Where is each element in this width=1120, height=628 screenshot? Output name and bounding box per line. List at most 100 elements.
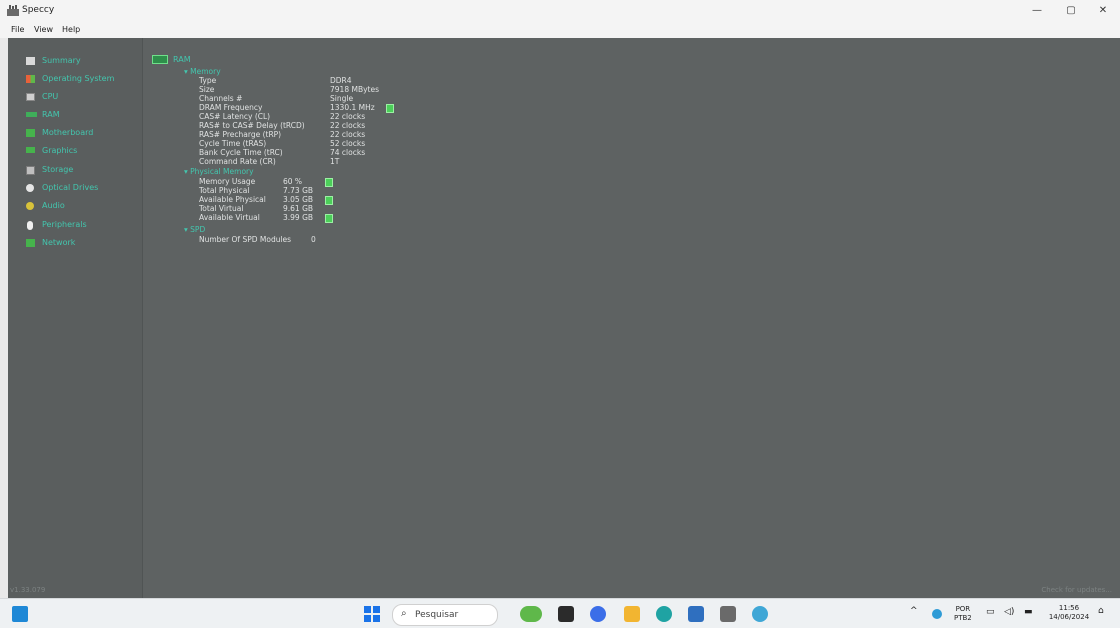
version-label: v1.33.079 bbox=[10, 586, 46, 594]
language-indicator[interactable]: POR PTB2 bbox=[954, 605, 972, 623]
row-label: Bank Cycle Time (tRC) bbox=[199, 148, 283, 157]
window-title: Speccy bbox=[22, 5, 55, 15]
language-top: POR bbox=[955, 605, 971, 613]
speccy-taskbar-icon[interactable] bbox=[720, 606, 736, 622]
close-button[interactable]: ✕ bbox=[1088, 3, 1118, 19]
volume-icon[interactable]: ◁) bbox=[1004, 608, 1014, 617]
row-label: Command Rate (CR) bbox=[199, 157, 276, 166]
sidebar-item-label: CPU bbox=[42, 92, 59, 101]
clock[interactable]: 11:56 14/06/2024 bbox=[1046, 604, 1092, 622]
motherboard-icon bbox=[26, 129, 35, 137]
sidebar-item-label: Motherboard bbox=[42, 128, 94, 137]
menu-file[interactable]: File bbox=[11, 25, 24, 34]
store-icon[interactable] bbox=[688, 606, 704, 622]
row-label: Available Physical bbox=[199, 195, 266, 204]
row-label: Number Of SPD Modules bbox=[199, 235, 292, 244]
row-label: RAS# to CAS# Delay (tRCD) bbox=[199, 121, 305, 130]
row-label: Total Virtual bbox=[199, 204, 244, 213]
mouse-icon bbox=[27, 221, 33, 230]
chevron-up-icon[interactable]: ^ bbox=[910, 607, 918, 616]
app-globe-icon[interactable] bbox=[752, 606, 768, 622]
network-status-icon[interactable]: ▭ bbox=[986, 608, 995, 617]
battery-icon[interactable]: ▬ bbox=[1024, 608, 1033, 617]
row-value: 22 clocks bbox=[330, 112, 366, 121]
ram-icon bbox=[26, 112, 37, 117]
language-bottom: PTB2 bbox=[954, 614, 972, 622]
sidebar: Summary Operating System CPU RAM Motherb… bbox=[8, 38, 143, 598]
check-updates-link[interactable]: Check for updates... bbox=[1041, 586, 1112, 594]
menu-bar: File View Help bbox=[0, 22, 1120, 38]
copilot-icon[interactable] bbox=[520, 606, 542, 622]
row-value: 22 clocks bbox=[330, 121, 366, 130]
section-physical-memory-label: Physical Memory bbox=[190, 167, 254, 176]
sidebar-item-label: Operating System bbox=[42, 74, 115, 83]
start-icon[interactable] bbox=[364, 606, 380, 622]
search-icon: ⌕ bbox=[401, 608, 407, 619]
maximize-button[interactable]: ▢ bbox=[1056, 3, 1086, 19]
row-value: DDR4 bbox=[330, 76, 352, 85]
sidebar-item-label: Network bbox=[42, 238, 76, 247]
title-bar: Speccy — ▢ ✕ bbox=[0, 0, 1120, 22]
section-memory-label: Memory bbox=[190, 67, 221, 76]
taskbar: ⌕ Pesquisar ^ POR PTB2 ▭ ◁) ▬ 11:56 14/06/… bbox=[0, 598, 1120, 628]
available-physical-indicator-icon bbox=[325, 196, 333, 205]
row-value: 0 bbox=[311, 235, 316, 244]
row-label: Channels # bbox=[199, 94, 243, 103]
row-value: 22 clocks bbox=[330, 130, 366, 139]
sidebar-item-label: Optical Drives bbox=[42, 183, 99, 192]
minimize-button[interactable]: — bbox=[1022, 3, 1052, 19]
section-memory[interactable]: ▾ Memory bbox=[184, 67, 221, 76]
row-value: 74 clocks bbox=[330, 148, 366, 157]
notification-icon[interactable]: ⌂ bbox=[1098, 607, 1104, 616]
menu-help[interactable]: Help bbox=[62, 25, 80, 34]
search-input[interactable]: ⌕ Pesquisar bbox=[392, 604, 498, 626]
sidebar-item-label: Storage bbox=[42, 165, 74, 174]
sidebar-item-label: Graphics bbox=[42, 146, 78, 155]
row-label: Cycle Time (tRAS) bbox=[199, 139, 267, 148]
windows-icon bbox=[26, 75, 35, 83]
menu-view[interactable]: View bbox=[34, 25, 53, 34]
chat-icon[interactable] bbox=[590, 606, 606, 622]
sidebar-item-label: Summary bbox=[42, 56, 81, 65]
ram-icon bbox=[152, 55, 168, 64]
task-view-icon[interactable] bbox=[558, 606, 574, 622]
row-value: 7918 MBytes bbox=[330, 85, 379, 94]
search-placeholder: Pesquisar bbox=[415, 610, 459, 620]
memory-usage-indicator-icon bbox=[325, 178, 333, 187]
row-label: CAS# Latency (CL) bbox=[199, 112, 271, 121]
widgets-icon[interactable] bbox=[12, 606, 28, 622]
row-value: 3.99 GB bbox=[283, 213, 314, 222]
row-value: 52 clocks bbox=[330, 139, 366, 148]
section-spd[interactable]: ▾ SPD bbox=[184, 225, 205, 234]
row-value: 9.61 GB bbox=[283, 204, 314, 213]
row-label: Type bbox=[199, 76, 217, 85]
sidebar-item-label: Audio bbox=[42, 201, 65, 210]
storage-icon bbox=[26, 166, 35, 175]
ram-details-panel: RAM ▾ Memory Type DDR4 Size 7918 MBytes … bbox=[148, 38, 1120, 598]
main-panel: Summary Operating System CPU RAM Motherb… bbox=[8, 38, 1120, 598]
available-virtual-indicator-icon bbox=[325, 214, 333, 223]
row-value: 7.73 GB bbox=[283, 186, 314, 195]
ram-header: RAM bbox=[152, 55, 191, 64]
row-value: 1330.1 MHz bbox=[330, 103, 375, 112]
clock-date: 14/06/2024 bbox=[1048, 613, 1090, 621]
sidebar-item-label: Peripherals bbox=[42, 220, 87, 229]
edge-icon[interactable] bbox=[656, 606, 672, 622]
graphics-icon bbox=[26, 147, 35, 153]
row-value: 3.05 GB bbox=[283, 195, 314, 204]
tray-app-icon[interactable] bbox=[932, 609, 942, 619]
sidebar-item-label: RAM bbox=[42, 110, 60, 119]
audio-icon bbox=[26, 202, 34, 210]
ram-header-label: RAM bbox=[173, 55, 191, 64]
cpu-icon bbox=[26, 93, 35, 101]
row-value: 60 % bbox=[283, 177, 303, 186]
row-label: Total Physical bbox=[199, 186, 250, 195]
network-icon bbox=[26, 239, 35, 247]
frequency-indicator-icon bbox=[386, 104, 394, 113]
row-label: RAS# Precharge (tRP) bbox=[199, 130, 282, 139]
row-label: Size bbox=[199, 85, 215, 94]
row-value: 1T bbox=[330, 157, 340, 166]
file-explorer-icon[interactable] bbox=[624, 606, 640, 622]
summary-icon bbox=[26, 57, 35, 65]
section-physical-memory[interactable]: ▾ Physical Memory bbox=[184, 167, 254, 176]
